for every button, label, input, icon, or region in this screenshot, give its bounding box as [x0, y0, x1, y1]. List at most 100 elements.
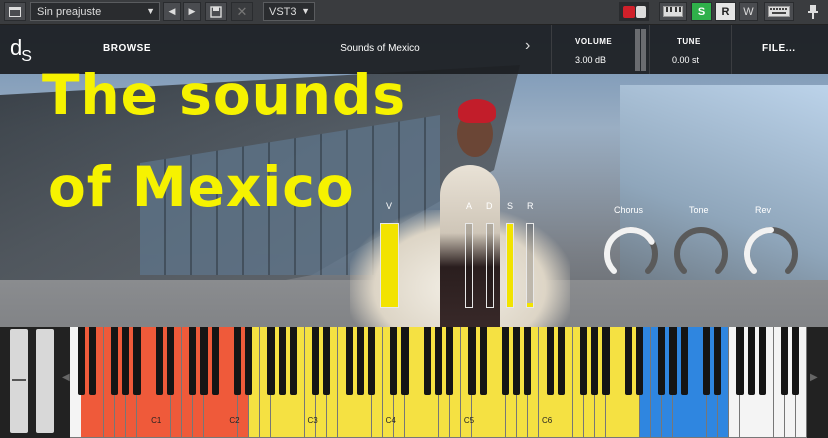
piano-black-key[interactable] [133, 327, 141, 395]
piano-black-key[interactable] [345, 327, 353, 395]
piano-black-key[interactable] [267, 327, 275, 395]
piano-black-key[interactable] [758, 327, 766, 395]
chorus-knob[interactable] [600, 223, 662, 285]
piano-black-key[interactable] [658, 327, 666, 395]
attack-slider[interactable] [465, 223, 473, 308]
preset-selector[interactable]: Sin preajuste ▼ [30, 2, 160, 21]
chevron-right-icon[interactable]: › [525, 37, 530, 55]
sustain-fill [507, 224, 513, 307]
piano-black-key[interactable] [189, 327, 197, 395]
automation-l-icon [635, 5, 646, 18]
piano-black-key[interactable] [423, 327, 431, 395]
mod-wheel[interactable] [36, 329, 54, 433]
piano-black-key[interactable] [401, 327, 409, 395]
level-meter-right [641, 29, 646, 71]
piano-black-key[interactable] [77, 327, 85, 395]
piano-black-key[interactable] [792, 327, 800, 395]
piano-black-key[interactable] [434, 327, 443, 395]
piano-black-key[interactable] [446, 327, 454, 395]
level-meter-left [635, 29, 640, 71]
piano-black-key[interactable] [680, 327, 688, 395]
piano-black-key[interactable] [390, 327, 398, 395]
header-divider [551, 25, 552, 74]
piano-black-key[interactable] [635, 327, 644, 395]
automation-button[interactable] [619, 2, 649, 21]
pitch-bend-wheel[interactable] [10, 329, 28, 433]
piano-black-key[interactable] [591, 327, 599, 395]
read-label: R [721, 5, 730, 18]
piano-black-key[interactable] [245, 327, 253, 395]
piano-black-key[interactable] [669, 327, 677, 395]
piano-black-key[interactable] [323, 327, 331, 395]
delete-preset-button[interactable]: ✕ [231, 2, 253, 21]
piano-black-key[interactable] [122, 327, 130, 395]
piano-black-key[interactable] [602, 327, 610, 395]
preset-selector-label: Sin preajuste [37, 5, 102, 18]
piano-black-key[interactable] [580, 327, 588, 395]
attack-label: A [466, 201, 473, 211]
piano-black-key[interactable] [233, 327, 242, 395]
piano-black-key[interactable] [155, 327, 163, 395]
solo-button[interactable]: S [691, 2, 712, 21]
write-label: W [743, 5, 754, 18]
pin-button[interactable] [803, 2, 823, 21]
knob-track [674, 227, 728, 274]
browse-button[interactable]: BROWSE [103, 43, 151, 54]
piano-black-key[interactable] [546, 327, 554, 395]
volume-value[interactable]: 3.00 dB [575, 55, 606, 65]
piano-black-key[interactable] [479, 327, 487, 395]
piano-black-key[interactable] [513, 327, 521, 395]
piano-black-key[interactable] [624, 327, 632, 395]
piano-black-key[interactable] [211, 327, 219, 395]
tune-value[interactable]: 0.00 st [672, 55, 699, 65]
piano-black-key[interactable] [367, 327, 376, 395]
save-preset-button[interactable] [205, 2, 227, 21]
velocity-slider[interactable] [380, 223, 399, 308]
computer-keyboard-button[interactable] [764, 2, 794, 21]
piano-black-key[interactable] [166, 327, 175, 395]
overlay-title-line-1: The sounds [42, 63, 407, 127]
file-menu-button[interactable]: FILE... [762, 43, 796, 54]
octave-label: C4 [385, 416, 396, 425]
preset-name[interactable]: Sounds of Mexico [300, 43, 460, 54]
piano-black-key[interactable] [200, 327, 208, 395]
octave-label: C1 [151, 416, 162, 425]
release-slider[interactable] [526, 223, 534, 308]
octave-up-icon[interactable]: ▶ [810, 372, 818, 383]
sustain-slider[interactable] [506, 223, 514, 308]
read-button[interactable]: R [715, 2, 736, 21]
piano-black-key[interactable] [356, 327, 364, 395]
piano-black-key[interactable] [289, 327, 297, 395]
midi-keyboard-button[interactable] [659, 2, 687, 21]
piano-black-key[interactable] [524, 327, 532, 395]
plugin-format-selector[interactable]: VST3 ▼ [263, 2, 315, 21]
volume-label: VOLUME [575, 37, 613, 46]
reverb-knob[interactable] [740, 223, 802, 285]
chevron-down-icon: ▼ [146, 6, 155, 16]
piano-black-key[interactable] [501, 327, 510, 395]
next-preset-button[interactable]: ▶ [183, 2, 201, 21]
host-toolbar: Sin preajuste ▼ ◀ ▶ ✕ VST3 ▼ S R W [0, 0, 828, 25]
piano-black-key[interactable] [312, 327, 320, 395]
piano-black-key[interactable] [468, 327, 476, 395]
piano-black-key[interactable] [111, 327, 119, 395]
release-label: R [527, 201, 534, 211]
piano-black-key[interactable] [736, 327, 744, 395]
piano-black-key[interactable] [278, 327, 286, 395]
decay-slider[interactable] [486, 223, 494, 308]
write-button[interactable]: W [739, 2, 758, 21]
piano-black-key[interactable] [702, 327, 711, 395]
piano-keyboard: ◀ ▶ C1 C2 C3 C4 C5 C6 [0, 327, 828, 438]
piano-black-key[interactable] [747, 327, 755, 395]
piano-black-key[interactable] [781, 327, 789, 395]
previous-preset-button[interactable]: ◀ [163, 2, 181, 21]
tone-knob[interactable] [670, 223, 732, 285]
tone-label: Tone [689, 205, 709, 215]
piano-black-key[interactable] [714, 327, 722, 395]
host-menu-button[interactable] [4, 2, 26, 21]
dancer-headdress [458, 99, 496, 123]
piano-black-key[interactable] [557, 327, 565, 395]
octave-down-icon[interactable]: ◀ [62, 372, 70, 383]
piano-black-key[interactable] [88, 327, 96, 395]
overlay-title-line-2: of Mexico [48, 155, 355, 219]
